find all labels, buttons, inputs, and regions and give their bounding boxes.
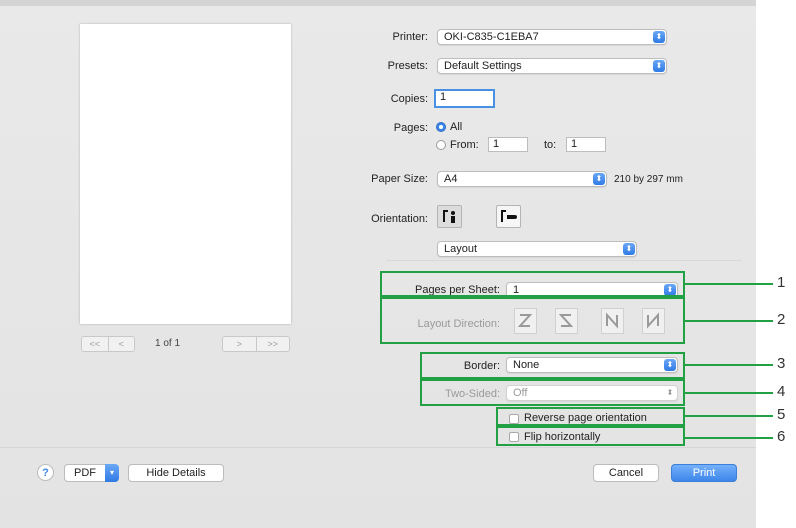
highlight-two-sided	[420, 379, 685, 406]
pages-from-label: From:	[450, 139, 479, 151]
presets-select[interactable]: Default Settings ⬍	[437, 58, 667, 74]
last-page-button[interactable]: >>	[255, 337, 290, 351]
pages-label: Pages:	[393, 122, 428, 134]
page-status: 1 of 1	[155, 338, 181, 349]
next-page-button[interactable]: >	[223, 337, 256, 351]
highlight-pages-per-sheet	[380, 271, 685, 297]
highlight-flip-horizontally	[496, 426, 685, 446]
updown-chevron-icon: ⬍	[623, 243, 635, 255]
paper-size-label: Paper Size:	[371, 173, 428, 185]
section-value: Layout	[444, 243, 478, 255]
copies-field[interactable]: 1	[434, 89, 495, 108]
callout-leader-2	[685, 320, 773, 322]
cancel-button[interactable]: Cancel	[593, 464, 659, 482]
first-page-button[interactable]: <<	[82, 337, 108, 351]
paper-size-value: A4	[444, 173, 458, 185]
orientation-label: Orientation:	[371, 213, 428, 225]
callout-number-1: 1	[777, 274, 786, 291]
landscape-orientation-button[interactable]	[496, 205, 521, 228]
landscape-icon	[501, 210, 517, 222]
pages-to-text: to:	[544, 139, 557, 151]
print-dialog: << < 1 of 1 > >> Printer: OKI-C835-C1EBA…	[0, 0, 756, 528]
section-select[interactable]: Layout ⬍	[437, 241, 637, 257]
footer-divider	[0, 447, 756, 448]
callout-number-2: 2	[777, 311, 786, 328]
callout-leader-4	[685, 392, 773, 394]
callout-number-6: 6	[777, 428, 786, 445]
printer-label: Printer:	[392, 31, 428, 43]
callout-number-5: 5	[777, 406, 786, 423]
callout-leader-3	[685, 364, 773, 366]
presets-value: Default Settings	[444, 60, 522, 72]
callout-leader-5	[685, 415, 773, 417]
pdf-button[interactable]: PDF	[64, 464, 106, 482]
highlight-layout-direction	[380, 297, 685, 344]
callout-leader-1	[685, 283, 773, 285]
printer-value: OKI-C835-C1EBA7	[444, 31, 539, 43]
prev-page-button[interactable]: <	[107, 337, 135, 351]
highlight-reverse-orientation	[496, 407, 685, 426]
paper-dimensions: 210 by 297 mm	[614, 174, 683, 185]
callout-number-4: 4	[777, 383, 786, 400]
updown-chevron-icon: ⬍	[593, 173, 605, 185]
updown-chevron-icon: ⬍	[653, 31, 665, 43]
page-preview	[80, 24, 291, 324]
paper-size-select[interactable]: A4 ⬍	[437, 171, 607, 187]
help-button[interactable]: ?	[37, 464, 54, 481]
pages-all-radio[interactable]	[436, 122, 446, 132]
pages-to-field[interactable]: 1	[566, 137, 606, 152]
callout-leader-6	[685, 437, 773, 439]
portrait-orientation-button[interactable]	[437, 205, 462, 228]
pdf-menu-chevron-icon[interactable]: ▾	[105, 464, 119, 482]
print-button[interactable]: Print	[671, 464, 737, 482]
copies-label: Copies:	[390, 93, 428, 105]
highlight-border	[420, 352, 685, 379]
pages-from-radio[interactable]	[436, 140, 446, 150]
hide-details-button[interactable]: Hide Details	[128, 464, 224, 482]
title-bar	[0, 0, 756, 6]
pager-forward-group: > >>	[222, 336, 290, 352]
pages-from-field[interactable]: 1	[488, 137, 528, 152]
updown-chevron-icon: ⬍	[653, 60, 665, 72]
printer-select[interactable]: OKI-C835-C1EBA7 ⬍	[437, 29, 667, 45]
presets-label: Presets:	[387, 60, 428, 72]
pages-all-label: All	[450, 121, 463, 133]
portrait-icon	[443, 210, 455, 223]
section-divider	[386, 260, 742, 261]
callout-number-3: 3	[777, 355, 786, 372]
pager-back-group: << <	[81, 336, 135, 352]
